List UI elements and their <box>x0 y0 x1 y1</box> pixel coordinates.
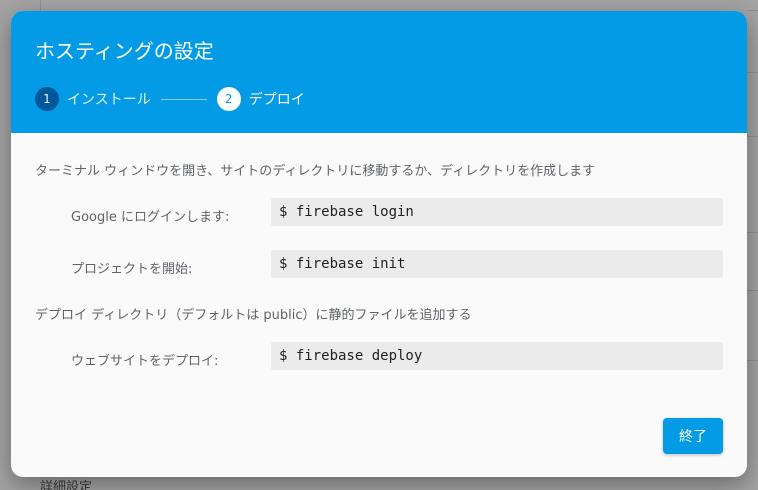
command-label: プロジェクトを開始: <box>71 262 193 277</box>
step-connector <box>160 98 207 100</box>
dialog-header: ホスティングの設定 1 インストール 2 デプロイ <box>11 11 747 133</box>
command-code-box[interactable]: $ firebase login <box>271 198 723 226</box>
step-deploy[interactable]: 2 デプロイ <box>216 87 305 111</box>
instruction-text: デプロイ ディレクトリ（デフォルトは public）に静的ファイルを追加する <box>35 308 472 323</box>
hosting-setup-dialog: ホスティングの設定 1 インストール 2 デプロイ ターミナル ウィンドウを開き… <box>11 11 747 477</box>
step-label: デプロイ <box>248 92 305 108</box>
background-divider <box>747 10 758 11</box>
background-divider <box>747 72 758 73</box>
dialog-body: ターミナル ウィンドウを開き、サイトのディレクトリに移動するか、ディレクトリを作… <box>11 133 747 477</box>
background-divider <box>747 360 758 361</box>
command-row-deploy: ウェブサイトをデプロイ: $ firebase deploy <box>11 342 747 370</box>
step-install[interactable]: 1 インストール <box>35 87 151 111</box>
command-code-box[interactable]: $ firebase init <box>271 250 723 278</box>
command-row-login: Google にログインします: $ firebase login <box>11 198 747 226</box>
dialog-title: ホスティングの設定 <box>35 39 214 63</box>
background-advanced-settings-label: 詳細設定 <box>40 480 93 490</box>
stepper: 1 インストール 2 デプロイ <box>35 87 305 111</box>
background-divider <box>747 232 758 233</box>
done-button[interactable]: 終了 <box>663 418 723 454</box>
background-divider <box>747 290 758 291</box>
command-label: ウェブサイトをデプロイ: <box>71 354 219 369</box>
command-row-init: プロジェクトを開始: $ firebase init <box>11 250 747 278</box>
command-label: Google にログインします: <box>71 210 230 225</box>
instruction-text: ターミナル ウィンドウを開き、サイトのディレクトリに移動するか、ディレクトリを作… <box>35 164 596 179</box>
background-divider <box>747 136 758 137</box>
step-number: 1 <box>35 87 59 111</box>
step-number: 2 <box>216 87 241 111</box>
command-code-box[interactable]: $ firebase deploy <box>271 342 723 370</box>
step-label: インストール <box>67 92 151 108</box>
